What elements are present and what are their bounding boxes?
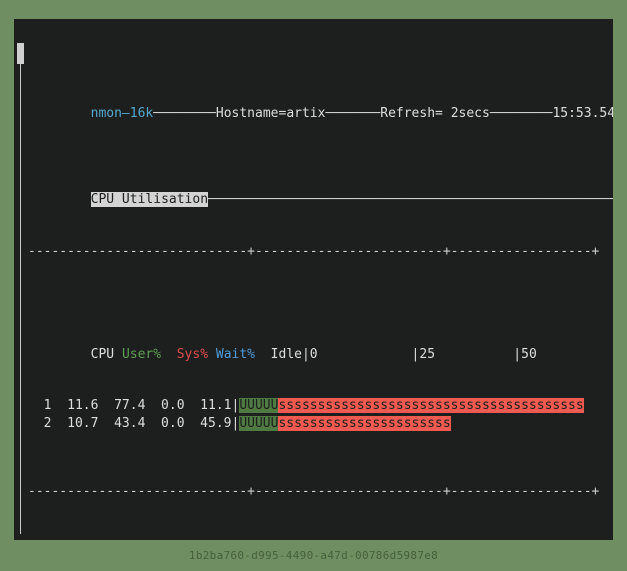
nmon-window: nmon—16k────────Hostname=artix───────Ref… [0,0,627,571]
cpu-rule-top: ----------------------------+-----------… [14,243,613,260]
terminal-surface[interactable]: nmon—16k────────Hostname=artix───────Ref… [14,19,613,540]
cpu-rule-mid: ----------------------------+-----------… [14,483,613,500]
cpu-col-user: User% [122,347,161,362]
hostname-label: Hostname=artix [216,106,326,121]
title-bar: nmon—16k────────Hostname=artix───────Ref… [14,88,613,105]
terminal-screen: nmon—16k────────Hostname=artix───────Ref… [14,19,613,540]
cpu-header-rule: ────────────────────────────────────────… [208,192,613,207]
cpu-col-wait: Wait% [216,347,255,362]
title-rule-3: ──────── [490,106,553,121]
bottom-hash: 1b2ba760-d995-4490-a47d-00786d5987e8 [0,549,627,562]
app-title: nmon—16k [91,106,154,121]
title-rule-1: ──────── [153,106,216,121]
cpu-blank [14,535,613,540]
cpu-bar-row: 2 10.7 43.4 0.0 45.9|UUUUUssssssssssssss… [14,415,613,432]
cpu-col-idle: Idle [271,347,302,362]
cpu-col-cpu: CPU [91,347,114,362]
refresh-label: Refresh= 2secs [380,106,490,121]
cpu-section-title[interactable]: CPU Utilisation [91,192,208,207]
cpu-column-headers: CPU User% Sys% Wait% Idle|0 |25 |50 |75 … [14,329,613,346]
cpu-scale: |0 |25 |50 |75 100| [302,347,613,362]
cpu-bar-row: 1 11.6 77.4 0.0 11.1|UUUUUssssssssssssss… [14,397,613,414]
title-rule-2: ─────── [325,106,380,121]
clock: 15:53.54 [552,106,613,121]
cpu-section-header-row: CPU Utilisation─────────────────────────… [14,174,613,191]
cpu-bar-rows: 1 11.6 77.4 0.0 11.1|UUUUUssssssssssssss… [14,397,613,431]
cpu-col-sys: Sys% [177,347,208,362]
